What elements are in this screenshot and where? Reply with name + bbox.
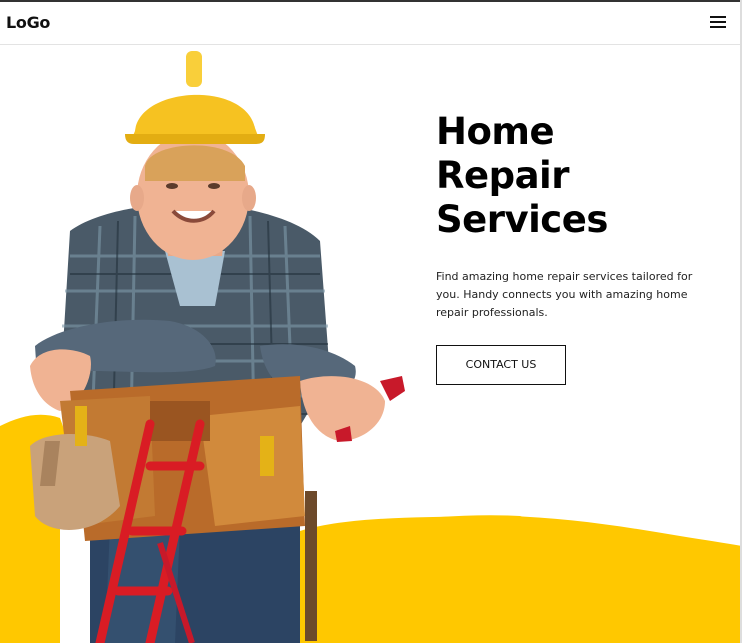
hero-description: Find amazing home repair services tailor… <box>436 270 693 319</box>
hamburger-menu-icon[interactable] <box>710 16 726 30</box>
contact-us-button[interactable]: CONTACT US <box>436 345 566 385</box>
site-header: LoGo <box>0 2 742 45</box>
title-line-1: Home <box>436 110 555 153</box>
title-line-3: Services <box>436 198 608 241</box>
hero-title: Home Repair Services <box>436 110 608 242</box>
hero-illustration <box>0 51 742 643</box>
logo[interactable]: LoGo <box>6 13 50 32</box>
hero-section: Home Repair Services Find amazing home r… <box>0 46 742 643</box>
title-line-2: Repair <box>436 154 569 197</box>
